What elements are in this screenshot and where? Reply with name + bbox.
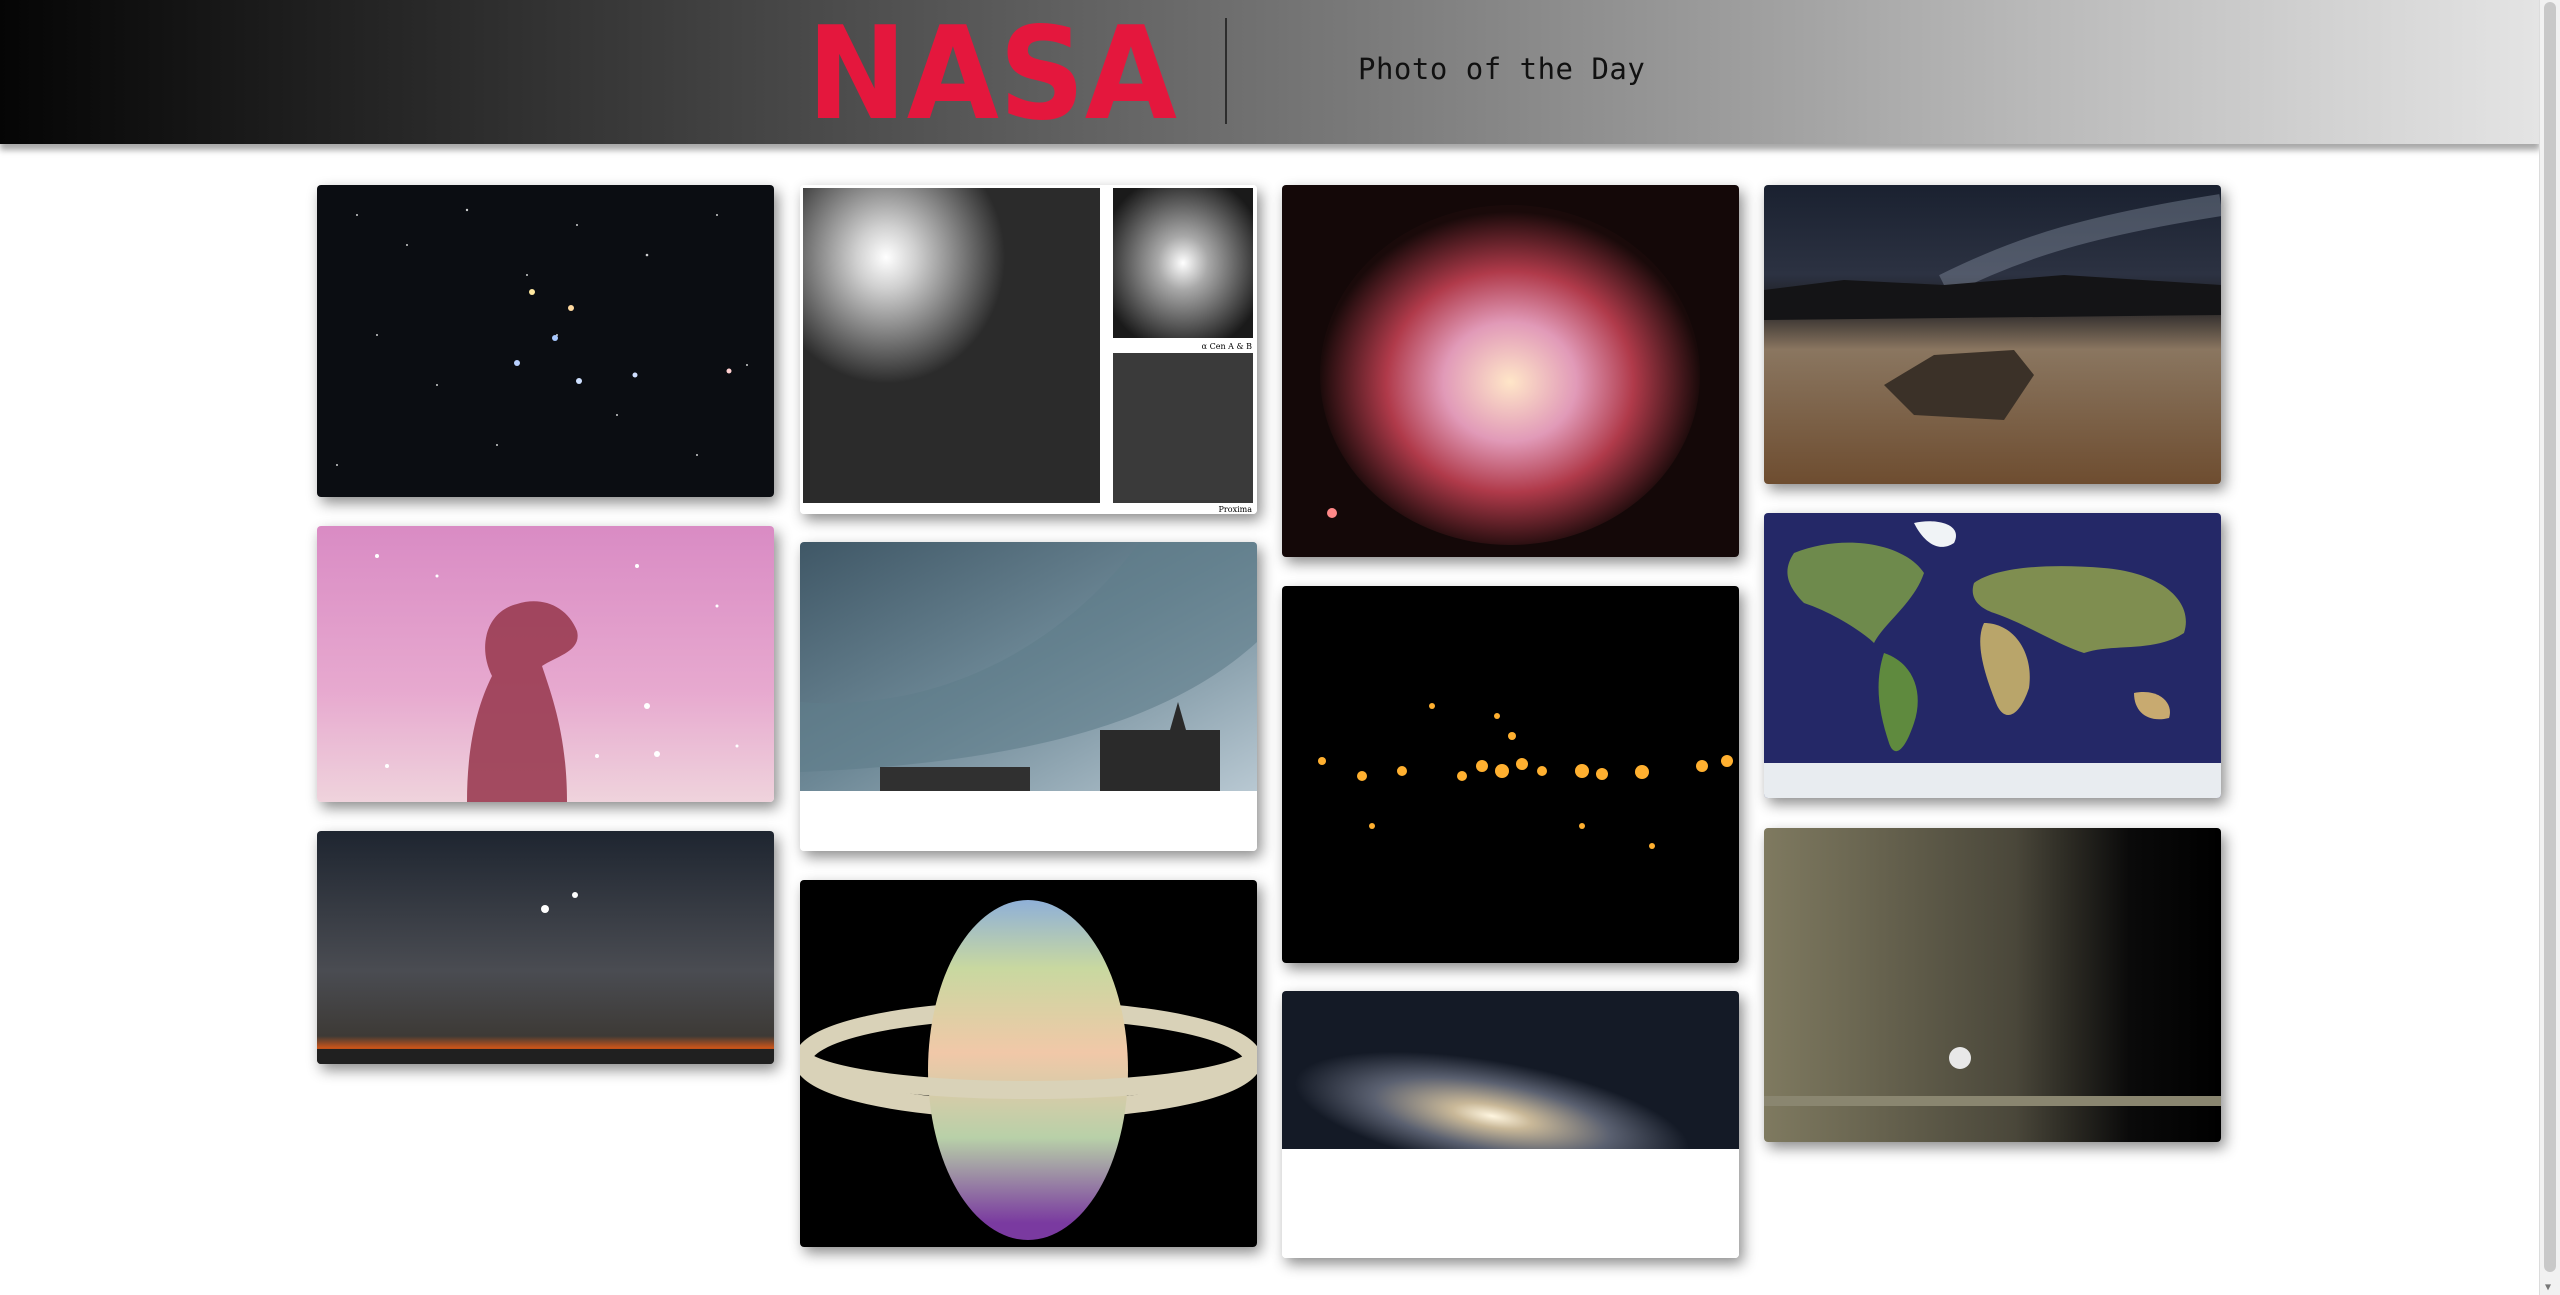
spiral-galaxy-image bbox=[1282, 991, 1739, 1258]
shelf-cloud-image bbox=[800, 542, 1257, 851]
photo-card-world-map[interactable] bbox=[1764, 513, 2221, 798]
galactic-plane-image bbox=[1282, 586, 1739, 963]
svg-text:NASA: NASA bbox=[807, 16, 1177, 126]
photo-card-saturn-rings-moon[interactable] bbox=[1764, 828, 2221, 1142]
svg-text:Proxima: Proxima bbox=[1219, 505, 1253, 514]
svg-text:α Cen A & B: α Cen A & B bbox=[1202, 342, 1252, 351]
photo-card-saturn-false-color[interactable] bbox=[800, 880, 1257, 1247]
horsehead-nebula-image bbox=[317, 526, 774, 802]
photo-card-shelf-cloud[interactable] bbox=[800, 542, 1257, 851]
saturn-false-color-image bbox=[800, 880, 1257, 1247]
photo-card-horsehead-nebula[interactable] bbox=[317, 526, 774, 802]
planetary-nebula-image bbox=[1282, 185, 1739, 557]
photo-card-alpha-centauri[interactable]: α Cen A & B Proxima bbox=[800, 185, 1257, 514]
alpha-centauri-image: α Cen A & B Proxima bbox=[800, 185, 1257, 514]
page-scrollbar[interactable]: ▼ bbox=[2539, 0, 2560, 1295]
scroll-down-arrow-icon[interactable]: ▼ bbox=[2545, 1283, 2555, 1293]
site-header: NASA Photo of the Day bbox=[0, 0, 2540, 144]
photo-card-zodiacal-light[interactable] bbox=[317, 831, 774, 1064]
photo-card-planetary-nebula[interactable] bbox=[1282, 185, 1739, 557]
photo-card-sailing-stone[interactable] bbox=[1764, 185, 2221, 484]
zodiacal-light-image bbox=[317, 831, 774, 1064]
page-title: Photo of the Day bbox=[1358, 52, 1646, 86]
photo-card-spiral-galaxy[interactable] bbox=[1282, 991, 1739, 1258]
sailing-stone-image bbox=[1764, 185, 2221, 484]
star-field-image bbox=[317, 185, 774, 497]
saturn-rings-moon-image bbox=[1764, 828, 2221, 1142]
photo-card-star-field[interactable] bbox=[317, 185, 774, 497]
scrollbar-thumb[interactable] bbox=[2544, 2, 2556, 1272]
nasa-logo[interactable]: NASA bbox=[804, 16, 1180, 126]
header-divider bbox=[1225, 18, 1227, 124]
world-map-image bbox=[1764, 513, 2221, 798]
photo-card-galactic-plane[interactable] bbox=[1282, 586, 1739, 963]
